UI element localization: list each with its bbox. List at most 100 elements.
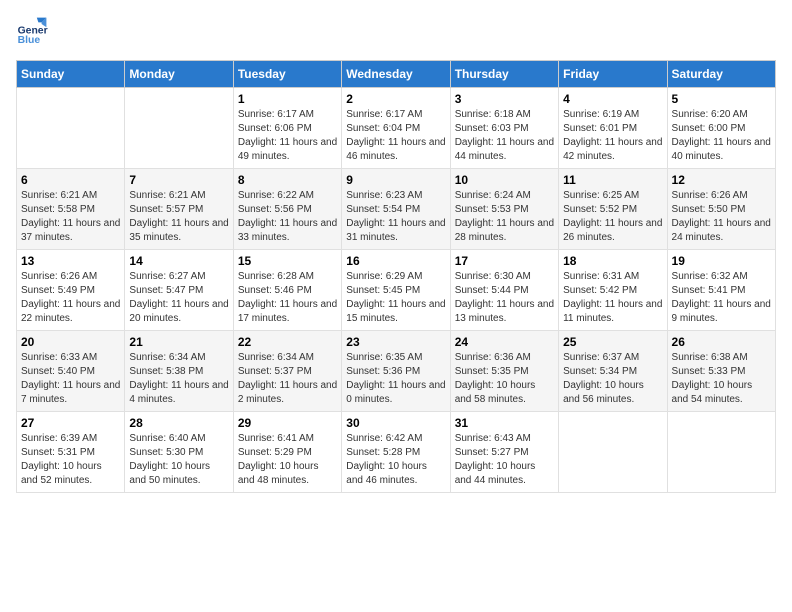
day-number: 8 xyxy=(238,173,337,187)
weekday-header-tuesday: Tuesday xyxy=(233,61,341,88)
cell-details: Sunrise: 6:18 AMSunset: 6:03 PMDaylight:… xyxy=(455,108,554,164)
day-number: 13 xyxy=(21,254,120,268)
cell-details: Sunrise: 6:30 AMSunset: 5:44 PMDaylight:… xyxy=(455,270,554,326)
day-number: 11 xyxy=(563,173,662,187)
day-number: 10 xyxy=(455,173,554,187)
cell-details: Sunrise: 6:32 AMSunset: 5:41 PMDaylight:… xyxy=(672,270,771,326)
cell-details: Sunrise: 6:38 AMSunset: 5:33 PMDaylight:… xyxy=(672,351,771,407)
calendar-cell: 20 Sunrise: 6:33 AMSunset: 5:40 PMDayligh… xyxy=(17,331,125,412)
day-number: 17 xyxy=(455,254,554,268)
day-number: 4 xyxy=(563,92,662,106)
cell-details: Sunrise: 6:36 AMSunset: 5:35 PMDaylight:… xyxy=(455,351,554,407)
calendar-cell: 15 Sunrise: 6:28 AMSunset: 5:46 PMDayligh… xyxy=(233,250,341,331)
day-number: 28 xyxy=(129,416,228,430)
cell-details: Sunrise: 6:37 AMSunset: 5:34 PMDaylight:… xyxy=(563,351,662,407)
calendar-week-row: 1 Sunrise: 6:17 AMSunset: 6:06 PMDaylight… xyxy=(17,88,776,169)
weekday-header-friday: Friday xyxy=(559,61,667,88)
cell-details: Sunrise: 6:20 AMSunset: 6:00 PMDaylight:… xyxy=(672,108,771,164)
weekday-header-thursday: Thursday xyxy=(450,61,558,88)
logo-icon: General Blue xyxy=(16,16,48,48)
cell-details: Sunrise: 6:28 AMSunset: 5:46 PMDaylight:… xyxy=(238,270,337,326)
calendar-cell: 24 Sunrise: 6:36 AMSunset: 5:35 PMDayligh… xyxy=(450,331,558,412)
logo: General Blue xyxy=(16,16,48,48)
day-number: 21 xyxy=(129,335,228,349)
calendar-cell: 9 Sunrise: 6:23 AMSunset: 5:54 PMDaylight… xyxy=(342,169,450,250)
day-number: 1 xyxy=(238,92,337,106)
cell-details: Sunrise: 6:41 AMSunset: 5:29 PMDaylight:… xyxy=(238,432,337,488)
calendar-cell: 7Sunrise: 6:21 AMSunset: 5:57 PMDaylight… xyxy=(125,169,233,250)
cell-details: Sunrise: 6:17 AMSunset: 6:06 PMDaylight:… xyxy=(238,108,337,164)
calendar-cell: 1 Sunrise: 6:17 AMSunset: 6:06 PMDaylight… xyxy=(233,88,341,169)
day-number: 23 xyxy=(346,335,445,349)
calendar-cell xyxy=(559,412,667,493)
day-number: 31 xyxy=(455,416,554,430)
cell-details: Sunrise: 6:43 AMSunset: 5:27 PMDaylight:… xyxy=(455,432,554,488)
cell-details: Sunrise: 6:26 AMSunset: 5:49 PMDaylight:… xyxy=(21,270,120,326)
calendar-cell: 8 Sunrise: 6:22 AMSunset: 5:56 PMDaylight… xyxy=(233,169,341,250)
cell-details: Sunrise: 6:25 AMSunset: 5:52 PMDaylight:… xyxy=(563,189,662,245)
calendar-cell xyxy=(17,88,125,169)
page-header: General Blue xyxy=(16,16,776,48)
cell-details: Sunrise: 6:27 AMSunset: 5:47 PMDaylight:… xyxy=(129,270,228,326)
day-number: 25 xyxy=(563,335,662,349)
day-number: 2 xyxy=(346,92,445,106)
day-number: 3 xyxy=(455,92,554,106)
calendar-cell: 26 Sunrise: 6:38 AMSunset: 5:33 PMDayligh… xyxy=(667,331,775,412)
cell-details: Sunrise: 6:31 AMSunset: 5:42 PMDaylight:… xyxy=(563,270,662,326)
cell-details: Sunrise: 6:40 AMSunset: 5:30 PMDaylight:… xyxy=(129,432,228,488)
weekday-header-row: SundayMondayTuesdayWednesdayThursdayFrid… xyxy=(17,61,776,88)
day-number: 19 xyxy=(672,254,771,268)
calendar-cell: 11 Sunrise: 6:25 AMSunset: 5:52 PMDayligh… xyxy=(559,169,667,250)
cell-details: Sunrise: 6:23 AMSunset: 5:54 PMDaylight:… xyxy=(346,189,445,245)
day-number: 27 xyxy=(21,416,120,430)
calendar-cell: 12 Sunrise: 6:26 AMSunset: 5:50 PMDayligh… xyxy=(667,169,775,250)
day-number: 29 xyxy=(238,416,337,430)
calendar-cell: 5 Sunrise: 6:20 AMSunset: 6:00 PMDaylight… xyxy=(667,88,775,169)
cell-details: Sunrise: 6:17 AMSunset: 6:04 PMDaylight:… xyxy=(346,108,445,164)
weekday-header-sunday: Sunday xyxy=(17,61,125,88)
weekday-header-saturday: Saturday xyxy=(667,61,775,88)
day-number: 16 xyxy=(346,254,445,268)
cell-details: Sunrise: 6:26 AMSunset: 5:50 PMDaylight:… xyxy=(672,189,771,245)
cell-details: Sunrise: 6:24 AMSunset: 5:53 PMDaylight:… xyxy=(455,189,554,245)
calendar-cell: 10 Sunrise: 6:24 AMSunset: 5:53 PMDayligh… xyxy=(450,169,558,250)
cell-details: Sunrise: 6:33 AMSunset: 5:40 PMDaylight:… xyxy=(21,351,120,407)
day-number: 24 xyxy=(455,335,554,349)
calendar-week-row: 20 Sunrise: 6:33 AMSunset: 5:40 PMDayligh… xyxy=(17,331,776,412)
calendar-cell: 16 Sunrise: 6:29 AMSunset: 5:45 PMDayligh… xyxy=(342,250,450,331)
calendar-cell: 6Sunrise: 6:21 AMSunset: 5:58 PMDaylight… xyxy=(17,169,125,250)
calendar-cell: 31 Sunrise: 6:43 AMSunset: 5:27 PMDayligh… xyxy=(450,412,558,493)
day-number: 15 xyxy=(238,254,337,268)
calendar-cell: 2 Sunrise: 6:17 AMSunset: 6:04 PMDaylight… xyxy=(342,88,450,169)
day-number: 30 xyxy=(346,416,445,430)
calendar-cell: 19 Sunrise: 6:32 AMSunset: 5:41 PMDayligh… xyxy=(667,250,775,331)
cell-details: Sunrise: 6:35 AMSunset: 5:36 PMDaylight:… xyxy=(346,351,445,407)
cell-details: Sunrise: 6:19 AMSunset: 6:01 PMDaylight:… xyxy=(563,108,662,164)
calendar-cell: 30Sunrise: 6:42 AMSunset: 5:28 PMDayligh… xyxy=(342,412,450,493)
day-number: 12 xyxy=(672,173,771,187)
cell-details: Sunrise: 6:34 AMSunset: 5:38 PMDaylight:… xyxy=(129,351,228,407)
cell-details: Sunrise: 6:34 AMSunset: 5:37 PMDaylight:… xyxy=(238,351,337,407)
calendar-cell xyxy=(667,412,775,493)
calendar-week-row: 27Sunrise: 6:39 AMSunset: 5:31 PMDayligh… xyxy=(17,412,776,493)
cell-details: Sunrise: 6:21 AMSunset: 5:58 PMDaylight:… xyxy=(21,189,120,245)
cell-details: Sunrise: 6:22 AMSunset: 5:56 PMDaylight:… xyxy=(238,189,337,245)
day-number: 7 xyxy=(129,173,228,187)
calendar-cell: 17 Sunrise: 6:30 AMSunset: 5:44 PMDayligh… xyxy=(450,250,558,331)
calendar-cell: 13 Sunrise: 6:26 AMSunset: 5:49 PMDayligh… xyxy=(17,250,125,331)
day-number: 9 xyxy=(346,173,445,187)
day-number: 26 xyxy=(672,335,771,349)
svg-text:Blue: Blue xyxy=(18,35,41,46)
day-number: 22 xyxy=(238,335,337,349)
day-number: 20 xyxy=(21,335,120,349)
calendar-week-row: 6Sunrise: 6:21 AMSunset: 5:58 PMDaylight… xyxy=(17,169,776,250)
calendar-cell: 28 Sunrise: 6:40 AMSunset: 5:30 PMDayligh… xyxy=(125,412,233,493)
cell-details: Sunrise: 6:29 AMSunset: 5:45 PMDaylight:… xyxy=(346,270,445,326)
calendar-week-row: 13 Sunrise: 6:26 AMSunset: 5:49 PMDayligh… xyxy=(17,250,776,331)
calendar-cell: 21 Sunrise: 6:34 AMSunset: 5:38 PMDayligh… xyxy=(125,331,233,412)
weekday-header-monday: Monday xyxy=(125,61,233,88)
calendar-cell: 4 Sunrise: 6:19 AMSunset: 6:01 PMDaylight… xyxy=(559,88,667,169)
calendar-cell: 25 Sunrise: 6:37 AMSunset: 5:34 PMDayligh… xyxy=(559,331,667,412)
calendar-cell: 22 Sunrise: 6:34 AMSunset: 5:37 PMDayligh… xyxy=(233,331,341,412)
day-number: 5 xyxy=(672,92,771,106)
